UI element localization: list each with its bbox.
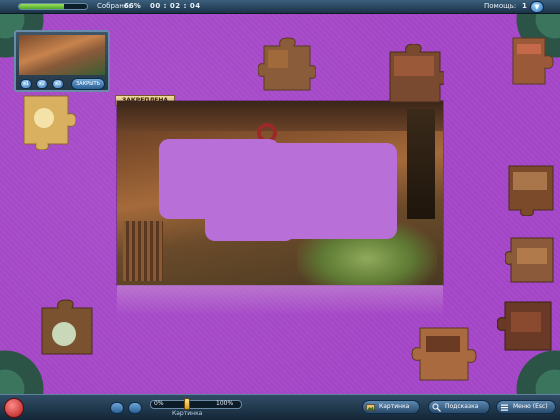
puzzle-piece[interactable] xyxy=(386,44,444,106)
menu-button[interactable]: Меню (Esc) xyxy=(496,400,556,414)
top-status-bar: Собрано: 66% 00 : 02 : 04 Помощь: 1 ▼ xyxy=(0,0,560,14)
hint-button-label: Подсказка xyxy=(445,403,479,410)
hints-count: 1 xyxy=(522,2,527,10)
slider-max-label: 100% xyxy=(216,400,234,407)
zoom-x2-button[interactable]: x2 xyxy=(36,79,48,89)
board-chair xyxy=(123,221,163,281)
board-reflection xyxy=(117,285,443,315)
slider-handle[interactable] xyxy=(184,398,191,410)
puzzle-board[interactable] xyxy=(117,101,443,285)
slider-min-label: 0% xyxy=(154,400,164,407)
puzzle-piece[interactable] xyxy=(410,320,480,386)
preview-panel: x1 x2 x3 ЗАКРЫТЬ xyxy=(14,30,110,92)
puzzle-piece[interactable] xyxy=(497,296,560,356)
rotate-left-button[interactable] xyxy=(110,402,124,414)
slider-caption: Картинка xyxy=(172,410,203,417)
board-window xyxy=(407,109,435,219)
assembled-progress-fill xyxy=(19,4,64,9)
puzzle-piece[interactable] xyxy=(36,298,98,360)
zoom-x1-button[interactable]: x1 xyxy=(20,79,32,89)
assembled-progress-bar xyxy=(18,3,88,10)
hint-down-arrow-icon[interactable]: ▼ xyxy=(530,1,544,13)
picture-icon xyxy=(366,403,375,412)
puzzle-workspace[interactable]: x1 x2 x3 ЗАКРЫТЬ ЗАКРЕПЛЕНА xyxy=(0,14,560,394)
empty-slot[interactable] xyxy=(205,201,295,241)
hint-button[interactable]: Подсказка xyxy=(428,400,490,414)
puzzle-piece[interactable] xyxy=(503,160,560,216)
puzzle-piece[interactable] xyxy=(505,232,560,288)
timer: 00 : 02 : 04 xyxy=(150,2,201,10)
hints-label: Помощь: xyxy=(484,2,517,10)
puzzle-piece[interactable] xyxy=(505,32,560,90)
preview-image xyxy=(19,35,105,75)
rotate-right-button[interactable] xyxy=(128,402,142,414)
zoom-x3-button[interactable]: x3 xyxy=(52,79,64,89)
magnifier-icon xyxy=(432,403,441,412)
picture-button[interactable]: Картинка xyxy=(362,400,420,414)
puzzle-piece[interactable] xyxy=(258,36,316,94)
assembled-value: 66% xyxy=(124,2,141,10)
bottom-toolbar: 0% 100% Картинка Картинка Подсказка Меню… xyxy=(0,394,560,420)
menu-icon xyxy=(500,403,509,412)
puzzle-piece[interactable] xyxy=(18,90,76,150)
close-preview-button[interactable]: ЗАКРЫТЬ xyxy=(71,78,105,90)
ornament-icon xyxy=(4,398,24,418)
menu-button-label: Меню (Esc) xyxy=(513,403,548,410)
picture-button-label: Картинка xyxy=(379,403,410,410)
